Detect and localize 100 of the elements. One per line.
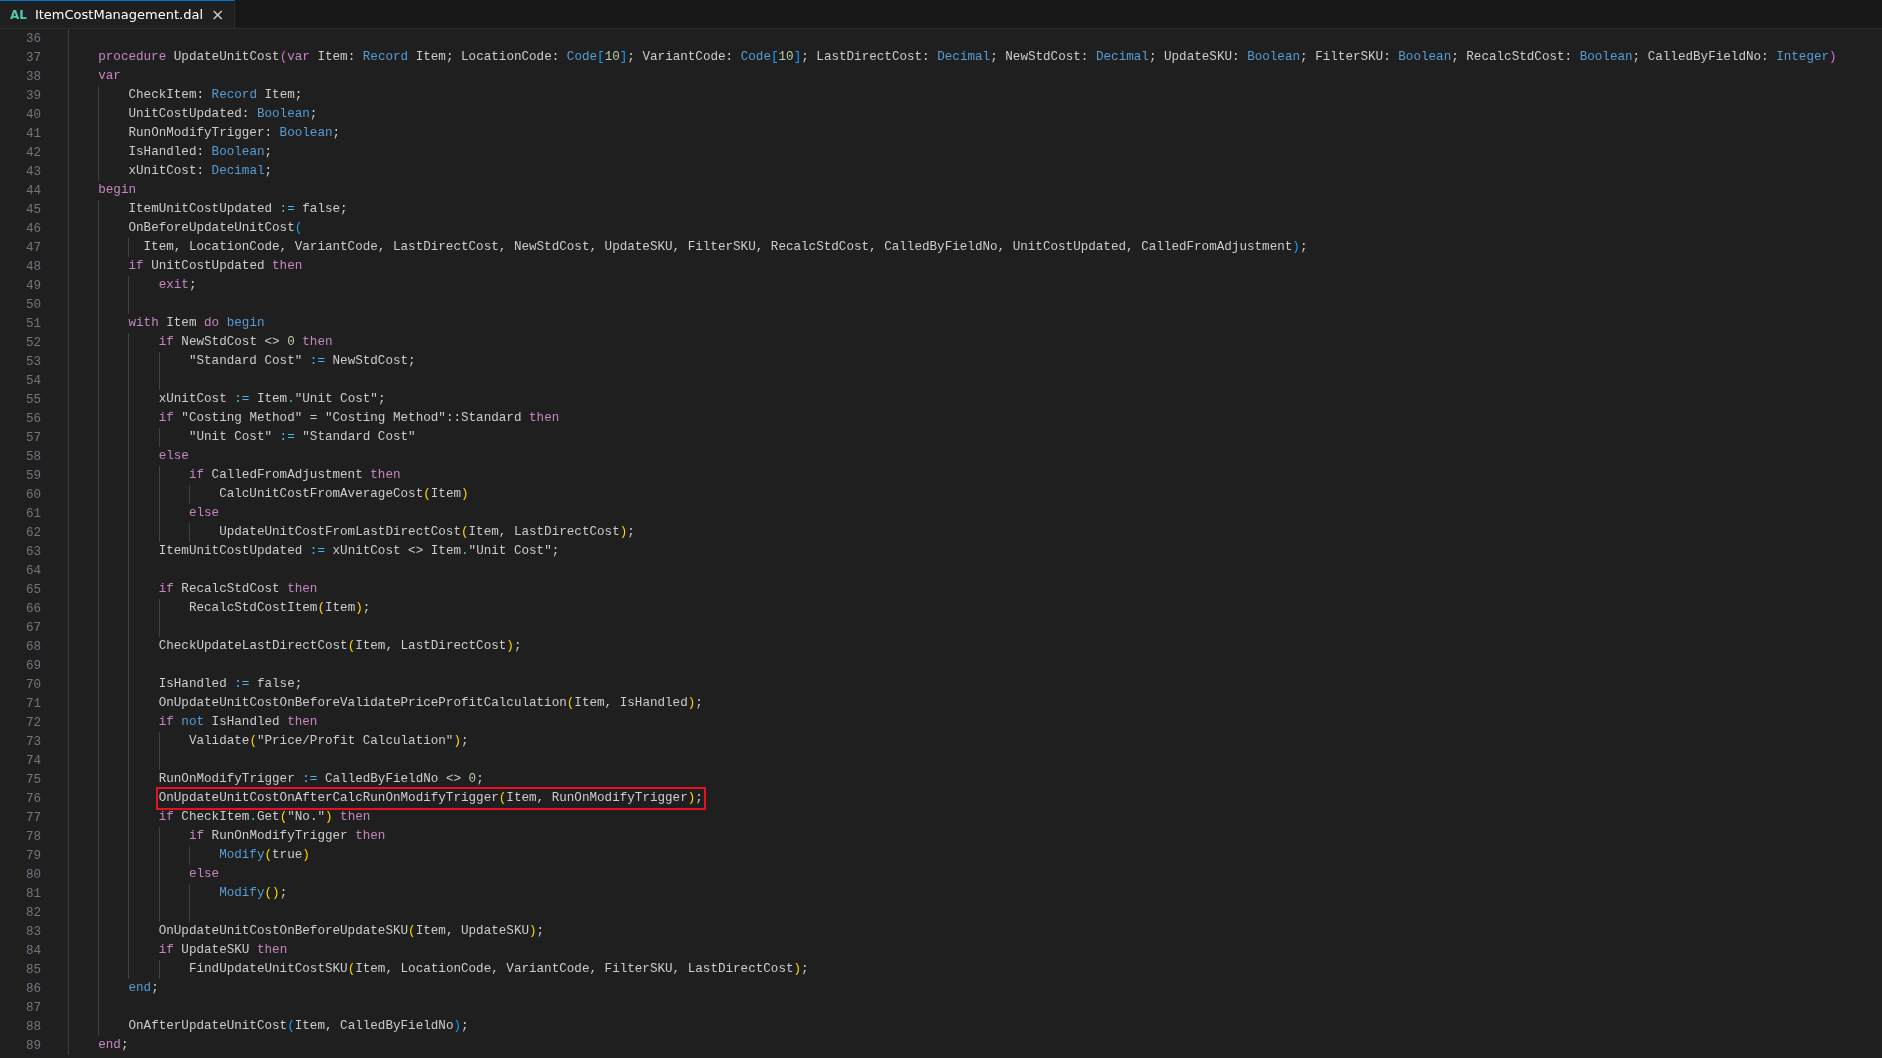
line-number: 44: [24, 183, 42, 198]
line-number: 87: [24, 1000, 42, 1015]
line-number: 50: [24, 297, 42, 312]
line-number: 72: [24, 715, 42, 730]
code-line: begin: [98, 182, 136, 199]
code-line: "Standard Cost" := NewStdCost;: [188, 353, 416, 370]
line-number: 68: [24, 639, 42, 654]
code-line: CheckItem: Record Item;: [128, 87, 303, 104]
code-line: if RecalcStdCost then: [158, 581, 318, 598]
line-number: 40: [24, 107, 42, 122]
code-line: procedure UpdateUnitCost(var Item: Record Item; LocationCode: Code[10]; VariantCode: Code[10]; LastDirectCost: Decimal; NewStdCost: Decimal; UpdateSKU: Boolean; FilterSKU: Boolean; RecalcStdCost: Boolean; CalledByFieldNo: Integer): [98, 49, 1837, 66]
code-line: RunOnModifyTrigger := CalledByFieldNo <> 0;: [158, 771, 484, 788]
line-number: 66: [24, 601, 42, 616]
code-line: OnUpdateUnitCostOnBeforeValidatePriceProfitCalculation(Item, IsHandled);: [158, 695, 703, 712]
highlighted-code-line: OnUpdateUnitCostOnAfterCalcRunOnModifyTrigger(Item, RunOnModifyTrigger);: [158, 790, 703, 807]
code-line: if NewStdCost <> 0 then: [158, 334, 333, 351]
code-line: IsHandled := false;: [158, 676, 303, 693]
code-line: end;: [128, 980, 159, 997]
line-number: 57: [24, 430, 42, 445]
line-number: 85: [24, 962, 42, 977]
line-number: 83: [24, 924, 42, 939]
file-type-icon: AL: [10, 7, 27, 22]
line-number: 51: [24, 316, 42, 331]
line-number: 75: [24, 772, 42, 787]
line-number: 52: [24, 335, 42, 350]
line-number: 37: [24, 50, 42, 65]
code-line: ItemUnitCostUpdated := false;: [128, 201, 348, 218]
line-number: 42: [24, 145, 42, 160]
line-number: 48: [24, 259, 42, 274]
code-line: if UnitCostUpdated then: [128, 258, 303, 275]
line-number: 41: [24, 126, 42, 141]
line-number: 76: [24, 791, 42, 806]
line-number: 49: [24, 278, 42, 293]
code-line: OnBeforeUpdateUnitCost(: [128, 220, 303, 237]
line-number: 81: [24, 886, 42, 901]
code-line: RecalcStdCostItem(Item);: [188, 600, 371, 617]
line-number: 67: [24, 620, 42, 635]
line-number: 56: [24, 411, 42, 426]
line-number: 73: [24, 734, 42, 749]
line-number: 64: [24, 563, 42, 578]
line-number: 45: [24, 202, 42, 217]
code-line: with Item do begin: [128, 315, 265, 332]
line-number: 39: [24, 88, 42, 103]
code-line: if not IsHandled then: [158, 714, 318, 731]
code-line: else: [188, 505, 220, 522]
line-number: 65: [24, 582, 42, 597]
line-number: 74: [24, 753, 42, 768]
line-number: 71: [24, 696, 42, 711]
line-number: 63: [24, 544, 42, 559]
code-line: FindUpdateUnitCostSKU(Item, LocationCode, VariantCode, FilterSKU, LastDirectCost);: [188, 961, 809, 978]
code-line: UnitCostUpdated: Boolean;: [128, 106, 318, 123]
code-line: Modify(true): [219, 847, 310, 864]
line-number: 89: [24, 1038, 42, 1053]
code-line: UpdateUnitCostFromLastDirectCost(Item, LastDirectCost);: [219, 524, 635, 541]
code-line: OnUpdateUnitCostOnBeforeUpdateSKU(Item, UpdateSKU);: [158, 923, 545, 940]
code-line: var: [98, 68, 121, 85]
line-number: 84: [24, 943, 42, 958]
tab-label: ItemCostManagement.dal: [34, 7, 204, 22]
line-number: 54: [24, 373, 42, 388]
line-number: 53: [24, 354, 42, 369]
code-line: if "Costing Method" = "Costing Method"::Standard then: [158, 410, 560, 427]
code-line: xUnitCost := Item."Unit Cost";: [158, 391, 386, 408]
line-number: 36: [24, 31, 42, 46]
line-number: 86: [24, 981, 42, 996]
code-line: if CalledFromAdjustment then: [188, 467, 401, 484]
line-number: 61: [24, 506, 42, 521]
code-line: end;: [98, 1037, 129, 1054]
line-number: 58: [24, 449, 42, 464]
line-number: 78: [24, 829, 42, 844]
line-number: 62: [24, 525, 42, 540]
code-line: ItemUnitCostUpdated := xUnitCost <> Item."Unit Cost";: [158, 543, 560, 560]
line-number: 55: [24, 392, 42, 407]
code-line: OnAfterUpdateUnitCost(Item, CalledByFieldNo);: [128, 1018, 469, 1035]
line-number: 77: [24, 810, 42, 825]
code-line: CheckUpdateLastDirectCost(Item, LastDirectCost);: [158, 638, 522, 655]
code-line: else: [188, 866, 220, 883]
code-line: "Unit Cost" := "Standard Cost": [188, 429, 416, 446]
line-number: 70: [24, 677, 42, 692]
line-number: 46: [24, 221, 42, 236]
code-line: Modify();: [219, 885, 288, 902]
file-tab[interactable]: AL ItemCostManagement.dal ×: [0, 0, 236, 28]
code-line: exit;: [158, 277, 197, 294]
code-line: if UpdateSKU then: [158, 942, 288, 959]
line-number: 38: [24, 69, 42, 84]
code-line: Item, LocationCode, VariantCode, LastDirectCost, NewStdCost, UpdateSKU, FilterSKU, RecalcStdCost, CalledByFieldNo, UnitCostUpdated, CalledFromAdjustment);: [143, 239, 1308, 256]
line-number: 79: [24, 848, 42, 863]
code-line: xUnitCost: Decimal;: [128, 163, 273, 180]
code-line: else: [158, 448, 189, 465]
code-line: RunOnModifyTrigger: Boolean;: [128, 125, 341, 142]
code-line: if RunOnModifyTrigger then: [188, 828, 386, 845]
line-number: 82: [24, 905, 42, 920]
line-number: 43: [24, 164, 42, 179]
line-number: 59: [24, 468, 42, 483]
line-number: 60: [24, 487, 42, 502]
line-number: 69: [24, 658, 42, 673]
line-number: 88: [24, 1019, 42, 1034]
code-line: Validate("Price/Profit Calculation");: [188, 733, 469, 750]
line-number: 80: [24, 867, 42, 882]
code-line: IsHandled: Boolean;: [128, 144, 273, 161]
close-icon[interactable]: ×: [211, 6, 225, 23]
